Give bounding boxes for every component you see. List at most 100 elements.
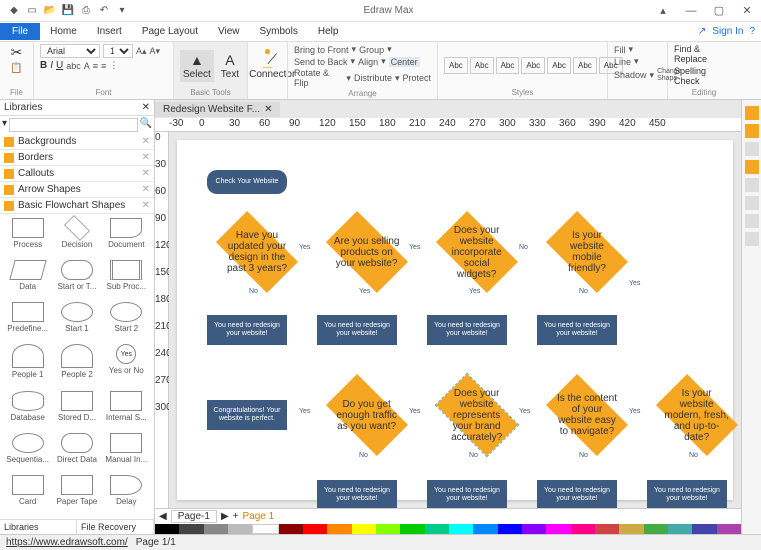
file-menu[interactable]: File: [0, 23, 40, 40]
align-button[interactable]: Align: [358, 57, 378, 67]
shape-start1[interactable]: [61, 302, 93, 322]
node-start[interactable]: Check Your Website: [207, 170, 287, 194]
lib-cat-callouts[interactable]: Callouts✕: [0, 166, 154, 182]
highlight-button[interactable]: A: [84, 61, 90, 71]
shape-internal[interactable]: [110, 391, 142, 411]
menu-help[interactable]: Help: [308, 23, 349, 40]
node-d2[interactable]: Are you selling products on your website…: [326, 211, 408, 293]
node-redesign-2[interactable]: You need to redesign your website!: [317, 315, 397, 345]
menu-insert[interactable]: Insert: [87, 23, 132, 40]
rpanel-icon-3[interactable]: [745, 142, 759, 156]
select-tool[interactable]: ▲Select: [180, 50, 214, 82]
node-redesign-7[interactable]: You need to redesign your website!: [537, 480, 617, 508]
shape-data[interactable]: [9, 260, 46, 280]
canvas[interactable]: Check Your Website Have you updated your…: [177, 140, 733, 500]
node-redesign-8[interactable]: You need to redesign your website!: [647, 480, 727, 508]
font-shrink-icon[interactable]: A▾: [150, 46, 161, 57]
color-bar[interactable]: [155, 524, 741, 534]
send-back-button[interactable]: Send to Back: [294, 57, 348, 67]
rpanel-icon-1[interactable]: [745, 106, 759, 120]
page-tab-2[interactable]: Page 1: [243, 511, 275, 522]
rotate-button[interactable]: Rotate & Flip: [294, 68, 343, 88]
style-preset-4[interactable]: Abc: [547, 57, 571, 74]
shape-startend[interactable]: [61, 260, 93, 280]
shape-process[interactable]: [12, 218, 44, 238]
search-icon[interactable]: 🔍: [140, 118, 152, 132]
distribute-button[interactable]: Distribute: [354, 73, 392, 83]
center-button[interactable]: Center: [389, 57, 420, 67]
shape-line-icon[interactable]: —: [263, 62, 273, 73]
node-redesign-4[interactable]: You need to redesign your website!: [537, 315, 617, 345]
node-redesign-5[interactable]: You need to redesign your website!: [317, 480, 397, 508]
lib-cat-borders[interactable]: Borders✕: [0, 150, 154, 166]
font-name-select[interactable]: Arial: [40, 44, 100, 58]
page-tab-1[interactable]: Page-1: [171, 510, 217, 523]
page-add-icon[interactable]: +: [233, 511, 239, 522]
style-preset-0[interactable]: Abc: [444, 57, 468, 74]
shape-yesno[interactable]: Yes: [116, 344, 136, 364]
shape-start2[interactable]: [110, 302, 142, 322]
page-nav-prev[interactable]: ◀: [159, 511, 167, 522]
qat-undo[interactable]: ↶: [98, 5, 110, 17]
signin-link[interactable]: Sign In: [712, 26, 743, 37]
node-perfect[interactable]: Congratulations! Your website is perfect…: [207, 400, 287, 430]
qat-print[interactable]: ⎙: [80, 5, 92, 17]
lib-add-icon[interactable]: ▾: [2, 118, 7, 132]
lib-cat-arrow[interactable]: Arrow Shapes✕: [0, 182, 154, 198]
font-size-select[interactable]: 10: [103, 44, 133, 58]
node-d1[interactable]: Have you updated your design in the past…: [216, 211, 298, 293]
node-redesign-1[interactable]: You need to redesign your website!: [207, 315, 287, 345]
libraries-close-icon[interactable]: ✕: [142, 102, 150, 113]
style-preset-3[interactable]: Abc: [521, 57, 545, 74]
bold-button[interactable]: B: [40, 60, 47, 71]
shape-manual[interactable]: [110, 433, 142, 453]
shape-database[interactable]: [12, 391, 44, 411]
rpanel-icon-6[interactable]: [745, 196, 759, 210]
shape-predefined[interactable]: [12, 302, 44, 322]
protect-button[interactable]: Protect: [402, 73, 431, 83]
shape-document[interactable]: [110, 218, 142, 238]
line-button[interactable]: Line: [614, 57, 631, 67]
font-grow-icon[interactable]: A▴: [136, 46, 147, 57]
menu-symbols[interactable]: Symbols: [250, 23, 308, 40]
style-preset-2[interactable]: Abc: [496, 57, 520, 74]
underline-button[interactable]: U: [56, 60, 63, 71]
copy-icon[interactable]: 📋: [10, 63, 22, 74]
node-d4[interactable]: Is your website mobile friendly?: [546, 211, 628, 293]
qat-open[interactable]: 📂: [44, 5, 56, 17]
tab-libraries[interactable]: Libraries: [0, 520, 77, 534]
node-d3[interactable]: Does your website incorporate social wid…: [436, 211, 518, 293]
window-close[interactable]: ✕: [733, 0, 761, 22]
shape-delay[interactable]: [110, 475, 142, 495]
node-redesign-6[interactable]: You need to redesign your website!: [427, 480, 507, 508]
align-center-icon[interactable]: ≡: [101, 61, 106, 71]
qat-dropdown[interactable]: ▾: [116, 5, 128, 17]
node-redesign-3[interactable]: You need to redesign your website!: [427, 315, 507, 345]
shape-direct[interactable]: [61, 433, 93, 453]
fill-button[interactable]: Fill: [614, 45, 626, 55]
style-preset-5[interactable]: Abc: [573, 57, 597, 74]
style-preset-1[interactable]: Abc: [470, 57, 494, 74]
window-minimize[interactable]: —: [677, 0, 705, 22]
library-search-input[interactable]: [9, 118, 138, 132]
share-button[interactable]: ↗: [698, 26, 706, 37]
group-button[interactable]: Group: [359, 45, 384, 55]
node-d6[interactable]: Does your website represents your brand …: [436, 374, 518, 456]
qat-save[interactable]: 💾: [62, 5, 74, 17]
bullets-icon[interactable]: ⋮: [109, 60, 118, 71]
bring-front-button[interactable]: Bring to Front: [294, 45, 349, 55]
shape-people2[interactable]: [61, 344, 93, 368]
qat-new[interactable]: ▭: [26, 5, 38, 17]
shape-circle-icon[interactable]: ●: [264, 44, 271, 58]
document-tab[interactable]: Redesign Website F...✕: [155, 102, 280, 117]
spelling-button[interactable]: Spelling Check: [674, 66, 734, 86]
shape-stored[interactable]: [61, 391, 93, 411]
shape-card[interactable]: [12, 475, 44, 495]
shape-papertape[interactable]: [61, 475, 93, 495]
rpanel-icon-8[interactable]: [745, 232, 759, 246]
tab-close-icon[interactable]: ✕: [264, 104, 272, 115]
node-d7[interactable]: Is the content of your website easy to n…: [546, 374, 628, 456]
page-nav-next[interactable]: ▶: [221, 511, 229, 522]
text-tool[interactable]: AText: [218, 50, 242, 82]
ribbon-collapse[interactable]: ▴: [649, 0, 677, 22]
